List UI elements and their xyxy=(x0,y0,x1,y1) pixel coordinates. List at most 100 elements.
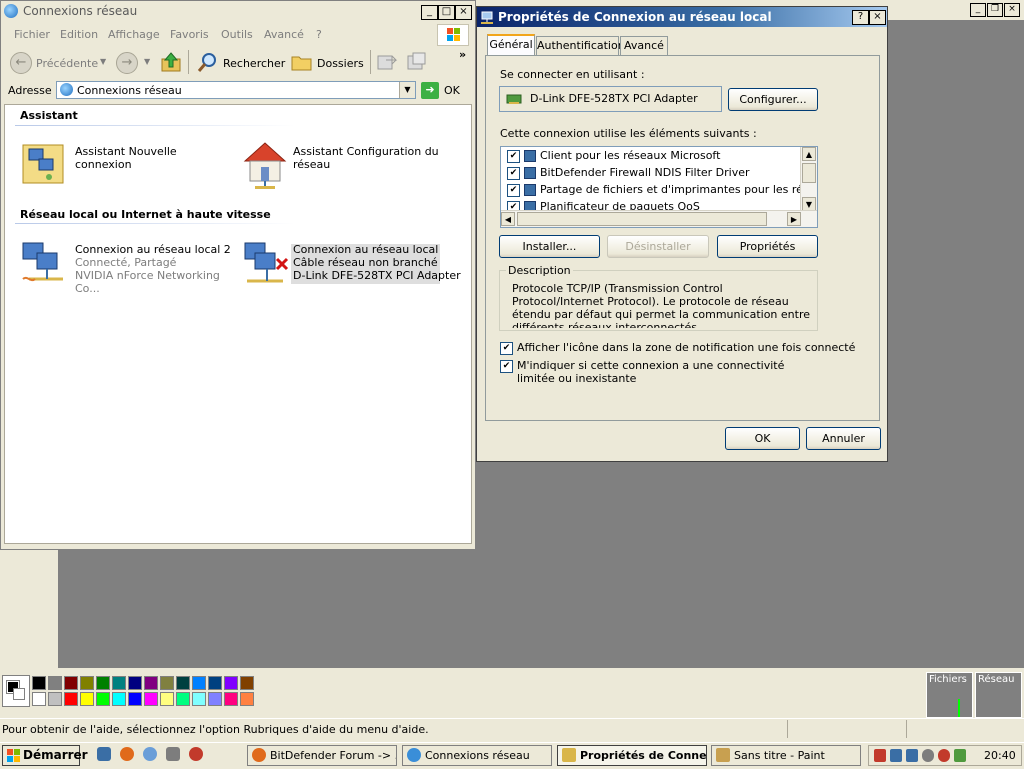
address-dropdown-icon[interactable]: ▼ xyxy=(399,82,415,98)
task-properties[interactable]: Propriétés de Conne... xyxy=(557,745,707,766)
color-swatch[interactable] xyxy=(176,692,190,706)
scroll-thumb[interactable] xyxy=(802,163,816,183)
color-swatch[interactable] xyxy=(240,676,254,690)
color-swatch[interactable] xyxy=(96,692,110,706)
checkbox-checked-icon[interactable]: ✔ xyxy=(507,149,520,163)
list-item[interactable]: ✔ Client pour les réseaux Microsoft xyxy=(507,147,807,164)
install-button[interactable]: Installer... xyxy=(499,235,600,258)
list-item[interactable]: ✔ Partage de fichiers et d'imprimantes po… xyxy=(507,181,817,198)
close-button[interactable]: × xyxy=(455,5,472,20)
color-swatch[interactable] xyxy=(144,692,158,706)
go-arrow-icon[interactable]: ➜ xyxy=(421,82,439,99)
color-swatch[interactable] xyxy=(160,676,174,690)
antivirus-icon[interactable] xyxy=(938,749,950,762)
color-swatch[interactable] xyxy=(80,676,94,690)
folders-icon[interactable] xyxy=(291,52,313,72)
firefox-icon[interactable] xyxy=(120,747,134,761)
lan-connection-2[interactable]: Connexion au réseau local 2 Connecté, Pa… xyxy=(19,239,234,295)
nvidia-icon[interactable] xyxy=(954,749,966,762)
forward-dropdown-icon[interactable]: ▼ xyxy=(144,57,150,66)
network-tray-icon[interactable] xyxy=(890,749,902,762)
color-swatch[interactable] xyxy=(176,676,190,690)
tab-authentication[interactable]: Authentification xyxy=(536,36,625,55)
up-folder-icon[interactable] xyxy=(160,51,182,73)
folders-button[interactable]: Dossiers xyxy=(317,57,364,70)
back-button[interactable]: Précédente xyxy=(36,57,98,70)
color-swatch[interactable] xyxy=(208,692,222,706)
ok-button[interactable]: OK xyxy=(725,427,800,450)
back-dropdown-icon[interactable]: ▼ xyxy=(100,57,106,66)
task-network-connections[interactable]: Connexions réseau xyxy=(402,745,552,766)
shield-icon[interactable] xyxy=(874,749,886,762)
checkbox-checked-icon[interactable]: ✔ xyxy=(507,183,520,197)
dialog-close-button[interactable]: × xyxy=(869,10,886,25)
menu-fichier[interactable]: Fichier xyxy=(14,28,50,41)
color-swatch[interactable] xyxy=(128,676,142,690)
menu-avance[interactable]: Avancé xyxy=(264,28,304,41)
close-icon[interactable]: × xyxy=(1004,3,1020,17)
volume-icon[interactable] xyxy=(922,749,934,762)
minimize-button[interactable]: _ xyxy=(421,5,438,20)
search-icon[interactable] xyxy=(196,51,218,73)
color-swatch[interactable] xyxy=(64,692,78,706)
search-button[interactable]: Rechercher xyxy=(223,57,285,70)
messenger-icon[interactable] xyxy=(143,747,157,761)
toolbar-chevron-icon[interactable]: » xyxy=(459,48,466,61)
go-button[interactable]: OK xyxy=(444,84,460,97)
checkbox-checked-icon[interactable]: ✔ xyxy=(507,166,520,180)
start-button[interactable]: Démarrer xyxy=(2,745,88,766)
color-swatch[interactable] xyxy=(48,676,62,690)
scroll-right-icon[interactable]: ▶ xyxy=(787,212,801,226)
show-icon-option[interactable]: ✔ Afficher l'icône dans la zone de notifi… xyxy=(500,341,855,355)
color-swatch[interactable] xyxy=(96,676,110,690)
restore-icon[interactable]: ❐ xyxy=(987,3,1003,17)
list-item[interactable]: ✔ BitDefender Firewall NDIS Filter Driver xyxy=(507,164,807,181)
color-swatch[interactable] xyxy=(32,676,46,690)
color-swatch[interactable] xyxy=(64,676,78,690)
new-connection-wizard[interactable]: Assistant Nouvelle connexion xyxy=(19,139,219,189)
move-to-icon[interactable] xyxy=(376,52,398,72)
vertical-scrollbar[interactable]: ▲ ▼ xyxy=(800,147,817,211)
minimize-icon[interactable]: _ xyxy=(970,3,986,17)
current-colors[interactable] xyxy=(2,675,30,707)
menu-edition[interactable]: Edition xyxy=(60,28,98,41)
cancel-button[interactable]: Annuler xyxy=(806,427,881,450)
color-swatch[interactable] xyxy=(80,692,94,706)
menu-favoris[interactable]: Favoris xyxy=(170,28,209,41)
color-swatch[interactable] xyxy=(144,676,158,690)
network-disconnected-icon[interactable] xyxy=(906,749,918,762)
address-input[interactable]: Connexions réseau ▼ xyxy=(56,81,416,99)
help-button[interactable]: ? xyxy=(852,10,869,25)
maximize-button[interactable]: □ xyxy=(438,5,455,20)
menu-help[interactable]: ? xyxy=(316,28,322,41)
menu-outils[interactable]: Outils xyxy=(221,28,253,41)
scroll-thumb[interactable] xyxy=(517,212,767,226)
checkbox-checked-icon[interactable]: ✔ xyxy=(500,360,513,373)
scroll-up-icon[interactable]: ▲ xyxy=(802,147,816,161)
network-setup-wizard[interactable]: Assistant Configuration du réseau xyxy=(241,139,471,191)
color-swatch[interactable] xyxy=(192,676,206,690)
color-swatch[interactable] xyxy=(208,676,222,690)
horizontal-scrollbar[interactable]: ◀ ▶ xyxy=(501,210,817,227)
show-desktop-icon[interactable] xyxy=(97,747,111,761)
color-swatch[interactable] xyxy=(224,676,238,690)
task-bitdefender-forum[interactable]: BitDefender Forum -> ... xyxy=(247,745,397,766)
color-swatch[interactable] xyxy=(112,676,126,690)
bitdefender-icon[interactable] xyxy=(189,747,203,761)
menu-affichage[interactable]: Affichage xyxy=(108,28,160,41)
color-swatch[interactable] xyxy=(160,692,174,706)
color-swatch[interactable] xyxy=(128,692,142,706)
tab-general[interactable]: Général xyxy=(487,34,535,56)
task-paint[interactable]: Sans titre - Paint xyxy=(711,745,861,766)
scroll-down-icon[interactable]: ▼ xyxy=(802,197,816,211)
tab-advanced[interactable]: Avancé xyxy=(620,36,668,55)
color-swatch[interactable] xyxy=(48,692,62,706)
back-arrow-icon[interactable]: ← xyxy=(10,52,32,74)
copy-to-icon[interactable] xyxy=(406,52,428,72)
media-icon[interactable] xyxy=(166,747,180,761)
lan-connection[interactable]: Connexion au réseau local Câble réseau n… xyxy=(241,239,471,291)
color-swatch[interactable] xyxy=(32,692,46,706)
color-swatch[interactable] xyxy=(240,692,254,706)
configure-button[interactable]: Configurer... xyxy=(728,88,818,111)
color-swatch[interactable] xyxy=(112,692,126,706)
